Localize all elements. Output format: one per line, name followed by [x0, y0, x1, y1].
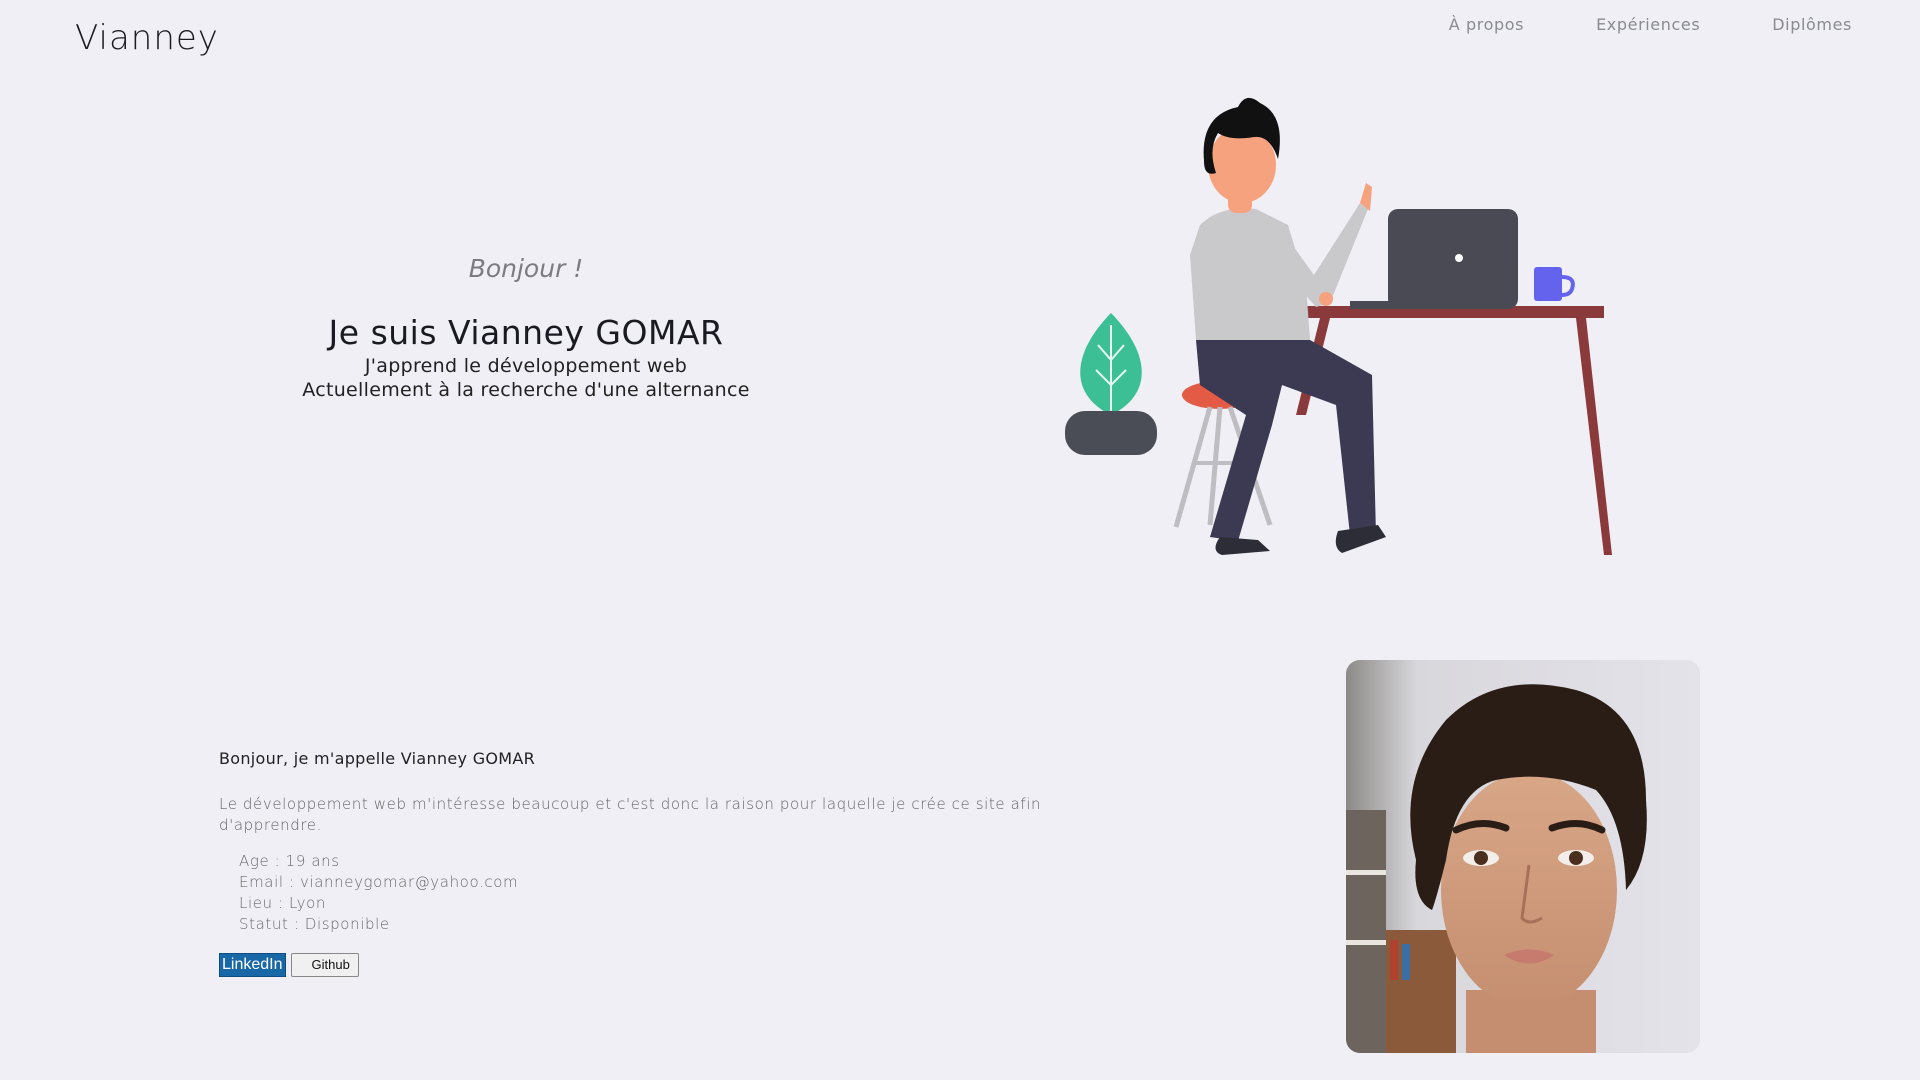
about-section: Bonjour, je m'appelle Vianney GOMAR Le d… — [219, 749, 1059, 977]
about-heading: Bonjour, je m'appelle Vianney GOMAR — [219, 749, 536, 768]
nav-diplomes[interactable]: Diplômes — [1772, 15, 1852, 34]
detail-location: Lieu : Lyon — [239, 894, 326, 912]
main-nav: À propos Expériences Diplômes — [1449, 15, 1852, 34]
developer-at-desk-illustration — [1065, 97, 1612, 555]
detail-age: Age : 19 ans — [239, 852, 340, 870]
nav-experiences[interactable]: Expériences — [1596, 15, 1700, 34]
hero-text: Bonjour ! Je suis Vianney GOMAR J'appren… — [226, 254, 826, 402]
hero-title: Je suis Vianney GOMAR — [328, 313, 724, 352]
detail-status: Statut : Disponible — [239, 915, 390, 933]
about-details: Age : 19 ans Email : vianneygomar@yahoo.… — [219, 851, 1059, 935]
site-brand[interactable]: Vianney — [75, 18, 219, 58]
page: Vianney À propos Expériences Diplômes Bo… — [0, 0, 1920, 1080]
social-links: LinkedIn Github — [219, 953, 1059, 977]
profile-photo — [1346, 660, 1700, 1053]
linkedin-button[interactable]: LinkedIn — [219, 953, 286, 977]
detail-email: Email : vianneygomar@yahoo.com — [239, 873, 519, 891]
hero-subtitle-2: Actuellement à la recherche d'une altern… — [302, 379, 750, 401]
about-description: Le développement web m'intéresse beaucou… — [219, 795, 1042, 834]
portrait-image — [1346, 660, 1700, 1053]
hero-subtitle-1: J'apprend le développement web — [364, 355, 688, 377]
nav-a-propos[interactable]: À propos — [1449, 15, 1524, 34]
hero-greeting: Bonjour ! — [468, 254, 584, 283]
github-button[interactable]: Github — [290, 953, 359, 977]
